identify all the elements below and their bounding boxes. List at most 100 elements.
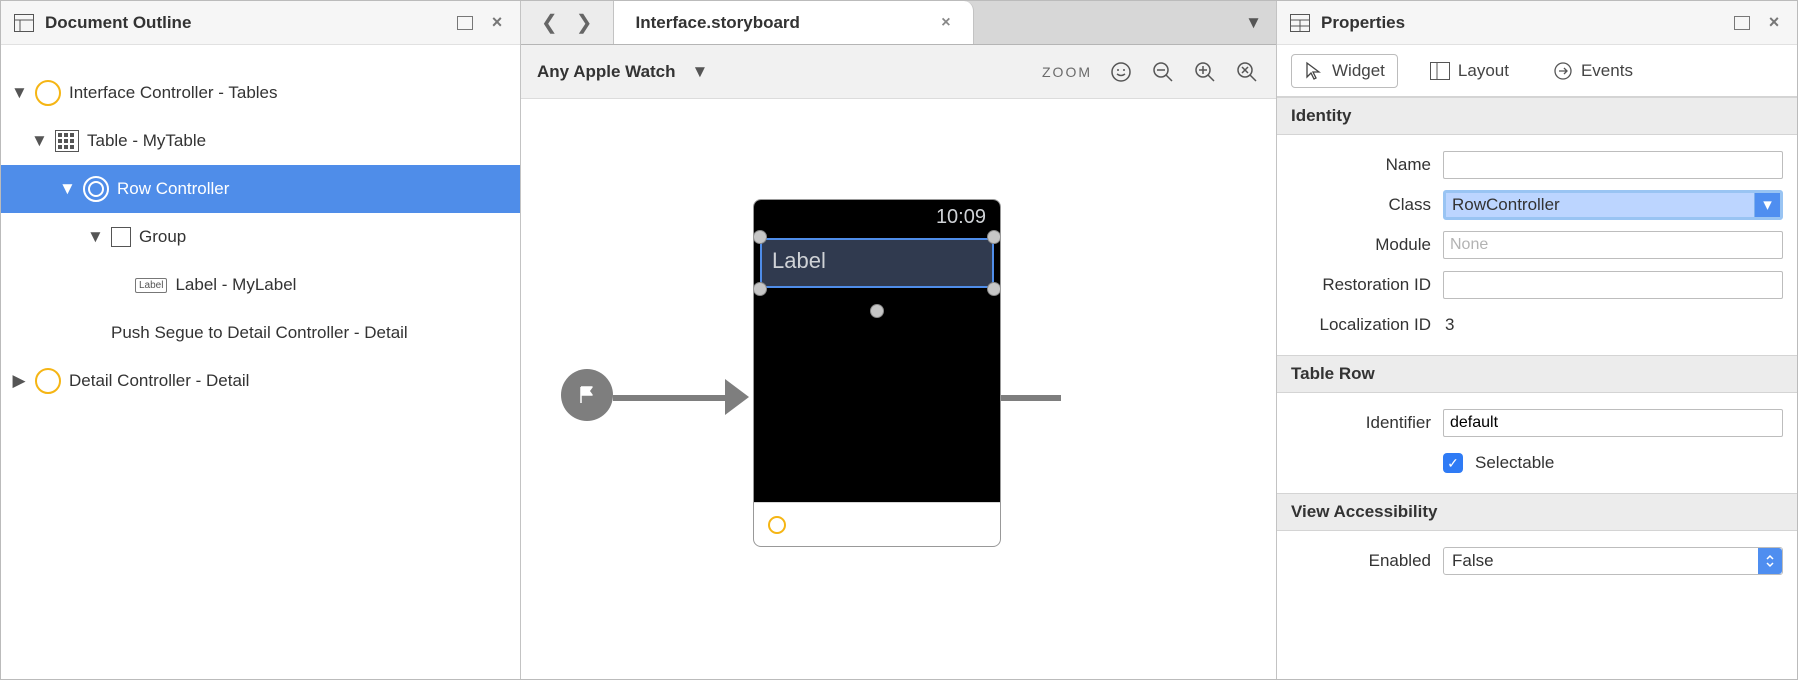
tree-group[interactable]: ▼ Group xyxy=(1,213,520,261)
section-identity: Identity xyxy=(1277,97,1797,135)
identifier-input[interactable] xyxy=(1443,409,1783,437)
tab-widget[interactable]: Widget xyxy=(1291,54,1398,88)
selectable-label: Selectable xyxy=(1475,453,1554,473)
enabled-select[interactable]: False xyxy=(1443,547,1783,575)
nav-forward-icon[interactable]: ❯ xyxy=(576,10,593,35)
dropdown-icon[interactable]: ▾ xyxy=(1754,193,1780,217)
scene-dock[interactable] xyxy=(754,502,1000,546)
module-input[interactable] xyxy=(1443,231,1783,259)
device-dropdown-icon[interactable]: ▼ xyxy=(692,62,709,82)
localization-id-value: 3 xyxy=(1443,315,1454,335)
tab-storyboard[interactable]: Interface.storyboard × xyxy=(614,1,974,44)
outline-header: Document Outline × xyxy=(1,1,520,45)
tab-close-icon[interactable]: × xyxy=(941,14,950,32)
tab-label: Widget xyxy=(1332,61,1385,81)
controller-icon xyxy=(768,516,786,534)
group-icon xyxy=(111,227,131,247)
tree-item-label: Row Controller xyxy=(117,179,229,199)
tab-label: Events xyxy=(1581,61,1633,81)
entry-segue-line xyxy=(613,395,735,401)
tree-item-label: Detail Controller - Detail xyxy=(69,371,249,391)
selected-row-group[interactable]: Label xyxy=(760,238,994,288)
resize-handle[interactable] xyxy=(987,282,1001,296)
entry-segue-arrow xyxy=(725,379,749,415)
close-icon[interactable]: × xyxy=(486,13,508,33)
properties-header: Properties × xyxy=(1277,1,1797,45)
chevron-down-icon[interactable]: ▼ xyxy=(87,227,103,247)
events-icon xyxy=(1553,61,1573,81)
outline-title: Document Outline xyxy=(45,13,191,33)
tab-label: Layout xyxy=(1458,61,1509,81)
class-label: Class xyxy=(1291,195,1431,215)
nav-arrows: ❮ ❯ xyxy=(521,1,614,44)
cursor-icon xyxy=(1304,61,1324,81)
resize-handle[interactable] xyxy=(753,230,767,244)
properties-title: Properties xyxy=(1321,13,1405,33)
module-label: Module xyxy=(1291,235,1431,255)
name-label: Name xyxy=(1291,155,1431,175)
tab-bar: ❮ ❯ Interface.storyboard × ▼ xyxy=(521,1,1276,45)
watch-scene[interactable]: 10:09 Label xyxy=(753,199,1001,547)
tree-interface-controller[interactable]: ▼ Interface Controller - Tables xyxy=(1,69,520,117)
row-controller-icon xyxy=(83,176,109,202)
chevron-right-icon[interactable]: ▶ xyxy=(11,371,27,391)
zoom-out-icon[interactable] xyxy=(1150,59,1176,85)
close-icon[interactable]: × xyxy=(1763,13,1785,33)
resize-handle[interactable] xyxy=(753,282,767,296)
status-time: 10:09 xyxy=(936,206,986,229)
tree-item-label: Interface Controller - Tables xyxy=(69,83,278,103)
localization-id-label: Localization ID xyxy=(1291,315,1431,335)
tab-overflow-icon[interactable]: ▼ xyxy=(1245,13,1262,33)
device-label: Any Apple Watch xyxy=(537,62,676,82)
tree-row-controller[interactable]: ▼ Row Controller xyxy=(1,165,520,213)
outline-icon xyxy=(13,13,35,33)
tab-events[interactable]: Events xyxy=(1541,55,1645,87)
resize-handle[interactable] xyxy=(987,230,1001,244)
nav-back-icon[interactable]: ❮ xyxy=(541,10,558,35)
tree-segue[interactable]: Push Segue to Detail Controller - Detail xyxy=(1,309,520,357)
zoom-in-icon[interactable] xyxy=(1192,59,1218,85)
zoom-fit-icon[interactable] xyxy=(1108,59,1134,85)
editor-panel: ❮ ❯ Interface.storyboard × ▼ Any Apple W… xyxy=(521,1,1277,679)
detach-icon[interactable] xyxy=(454,13,476,33)
section-accessibility: View Accessibility xyxy=(1277,493,1797,531)
label-icon: Label xyxy=(135,278,167,293)
outline-tree[interactable]: ▼ Interface Controller - Tables ▼ Table … xyxy=(1,45,520,679)
tree-table[interactable]: ▼ Table - MyTable xyxy=(1,117,520,165)
class-combobox[interactable]: RowController ▾ xyxy=(1443,190,1783,220)
tree-item-label: Group xyxy=(139,227,186,247)
tab-layout[interactable]: Layout xyxy=(1418,55,1521,87)
storyboard-canvas[interactable]: 10:09 Label xyxy=(521,99,1276,679)
canvas-toolbar: Any Apple Watch ▼ ZOOM xyxy=(521,45,1276,99)
chevron-down-icon[interactable]: ▼ xyxy=(31,131,47,151)
identifier-label: Identifier xyxy=(1291,413,1431,433)
watch-screen: 10:09 Label xyxy=(754,200,1000,502)
tab-title: Interface.storyboard xyxy=(636,13,800,33)
selectable-checkbox[interactable]: ✓ xyxy=(1443,453,1463,473)
chevron-down-icon[interactable]: ▼ xyxy=(59,179,75,199)
entry-point-icon[interactable] xyxy=(561,369,613,421)
controller-icon xyxy=(35,80,61,106)
tree-label[interactable]: Label Label - MyLabel xyxy=(1,261,520,309)
restoration-id-label: Restoration ID xyxy=(1291,275,1431,295)
restoration-id-input[interactable] xyxy=(1443,271,1783,299)
properties-panel: Properties × Widget Layout Events Identi… xyxy=(1277,1,1797,679)
tree-item-label: Push Segue to Detail Controller - Detail xyxy=(111,323,408,343)
tree-detail-controller[interactable]: ▶ Detail Controller - Detail xyxy=(1,357,520,405)
layout-icon xyxy=(1430,62,1450,80)
name-input[interactable] xyxy=(1443,151,1783,179)
zoom-actual-icon[interactable] xyxy=(1234,59,1260,85)
controller-icon xyxy=(35,368,61,394)
resize-handle[interactable] xyxy=(870,304,884,318)
tree-item-label: Label - MyLabel xyxy=(175,275,296,295)
properties-icon xyxy=(1289,13,1311,33)
section-table-row: Table Row xyxy=(1277,355,1797,393)
zoom-label: ZOOM xyxy=(1042,64,1092,80)
tree-item-label: Table - MyTable xyxy=(87,131,206,151)
chevron-down-icon[interactable]: ▼ xyxy=(11,83,27,103)
push-segue-line[interactable] xyxy=(1001,395,1061,401)
document-outline-panel: Document Outline × ▼ Interface Controlle… xyxy=(1,1,521,679)
class-value: RowController xyxy=(1446,193,1754,217)
detach-icon[interactable] xyxy=(1731,13,1753,33)
dropdown-icon[interactable] xyxy=(1758,548,1782,574)
